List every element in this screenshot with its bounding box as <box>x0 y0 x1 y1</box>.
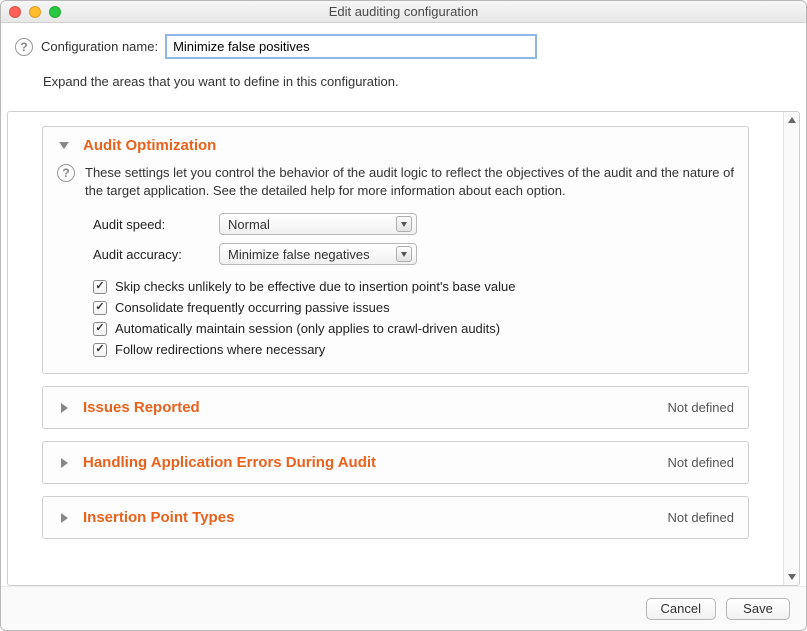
panel-title-insertion-point-types: Insertion Point Types <box>83 509 668 526</box>
checkbox-consolidate[interactable]: Consolidate frequently occurring passive… <box>93 300 734 315</box>
window-title: Edit auditing configuration <box>1 4 806 19</box>
checkbox-icon <box>93 280 107 294</box>
audit-speed-select[interactable]: Normal <box>219 213 417 235</box>
panel-issues-reported: Issues Reported Not defined <box>42 386 749 429</box>
panel-status-handling-errors: Not defined <box>668 455 735 470</box>
audit-speed-label: Audit speed: <box>93 217 213 232</box>
checkbox-maintain-session[interactable]: Automatically maintain session (only app… <box>93 321 734 336</box>
panel-title-audit-optimization: Audit Optimization <box>83 137 734 154</box>
panel-header-issues-reported[interactable]: Issues Reported Not defined <box>43 387 748 428</box>
header-area: ? Configuration name: Expand the areas t… <box>1 23 806 99</box>
panel-handling-errors: Handling Application Errors During Audit… <box>42 441 749 484</box>
dialog-footer: Cancel Save <box>1 586 806 630</box>
audit-accuracy-value: Minimize false negatives <box>228 247 370 262</box>
audit-speed-value: Normal <box>228 217 270 232</box>
checkbox-label: Automatically maintain session (only app… <box>115 321 500 336</box>
dropdown-icon <box>396 216 412 232</box>
expand-hint: Expand the areas that you want to define… <box>43 74 778 89</box>
panel-body-audit-optimization: ? These settings let you control the beh… <box>43 164 748 373</box>
panel-status-insertion-point-types: Not defined <box>668 510 735 525</box>
checkbox-label: Follow redirections where necessary <box>115 342 325 357</box>
checkbox-skip-checks[interactable]: Skip checks unlikely to be effective due… <box>93 279 734 294</box>
panel-title-handling-errors: Handling Application Errors During Audit <box>83 454 668 471</box>
panel-status-issues-reported: Not defined <box>668 400 735 415</box>
window-minimize-button[interactable] <box>29 6 41 18</box>
panel-title-issues-reported: Issues Reported <box>83 399 668 416</box>
checkbox-follow-redirections[interactable]: Follow redirections where necessary <box>93 342 734 357</box>
window-zoom-button[interactable] <box>49 6 61 18</box>
dropdown-icon <box>396 246 412 262</box>
help-icon[interactable]: ? <box>15 38 33 56</box>
panel-header-insertion-point-types[interactable]: Insertion Point Types Not defined <box>43 497 748 538</box>
checkbox-label: Consolidate frequently occurring passive… <box>115 300 390 315</box>
panel-header-audit-optimization[interactable]: Audit Optimization <box>43 127 748 164</box>
audit-settings-grid: Audit speed: Normal Audit accuracy: Mini… <box>93 213 734 265</box>
panel-header-handling-errors[interactable]: Handling Application Errors During Audit… <box>43 442 748 483</box>
help-icon[interactable]: ? <box>57 164 75 182</box>
checkbox-icon <box>93 301 107 315</box>
audit-accuracy-select[interactable]: Minimize false negatives <box>219 243 417 265</box>
checkbox-icon <box>93 343 107 357</box>
audit-accuracy-label: Audit accuracy: <box>93 247 213 262</box>
save-button[interactable]: Save <box>726 598 790 620</box>
chevron-right-icon <box>57 401 71 415</box>
checkbox-icon <box>93 322 107 336</box>
config-name-label: Configuration name: <box>41 39 158 54</box>
config-name-input[interactable] <box>166 35 536 58</box>
scroll-viewport: Audit Optimization ? These settings let … <box>8 112 783 585</box>
checkbox-label: Skip checks unlikely to be effective due… <box>115 279 515 294</box>
chevron-down-icon <box>57 139 71 153</box>
panel-insertion-point-types: Insertion Point Types Not defined <box>42 496 749 539</box>
audit-check-list: Skip checks unlikely to be effective due… <box>93 279 734 357</box>
content-area: Audit Optimization ? These settings let … <box>7 111 800 586</box>
cancel-button[interactable]: Cancel <box>646 598 716 620</box>
window-close-button[interactable] <box>9 6 21 18</box>
chevron-right-icon <box>57 511 71 525</box>
config-name-row: ? Configuration name: <box>15 35 778 58</box>
panel-audit-optimization: Audit Optimization ? These settings let … <box>42 126 749 374</box>
chevron-right-icon <box>57 456 71 470</box>
scroll-down-icon[interactable] <box>784 569 800 585</box>
scroll-up-icon[interactable] <box>784 112 800 128</box>
vertical-scrollbar[interactable] <box>783 112 799 585</box>
titlebar: Edit auditing configuration <box>1 1 806 23</box>
audit-optimization-description: These settings let you control the behav… <box>85 164 734 199</box>
